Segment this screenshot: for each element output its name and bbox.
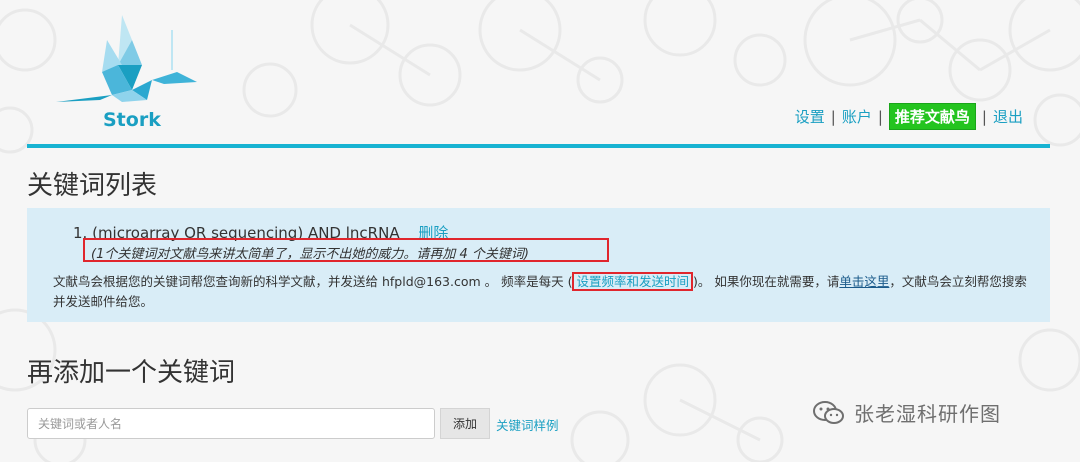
recommend-button[interactable]: 推荐文献鸟 (888, 103, 976, 130)
wechat-icon (813, 400, 844, 424)
service-description: 文献鸟会根据您的关键词帮您查询新的科学文献，并发送给 hfpld@163.com… (53, 272, 1038, 312)
watermark-text: 张老湿科研作图 (854, 402, 1001, 426)
click-here-link[interactable]: 单击这里 (839, 274, 889, 289)
top-navigation: 设置 | 账户 | 推荐文献鸟 | 退出 (795, 103, 1023, 130)
nav-separator: | (830, 107, 836, 126)
add-keyword-title: 再添加一个关键词 (27, 358, 236, 388)
settings-link[interactable]: 设置 (795, 106, 825, 127)
logout-link[interactable]: 退出 (993, 106, 1023, 127)
keyword-list-title: 关键词列表 (27, 171, 158, 201)
nav-separator: | (877, 107, 883, 126)
description-text: )。 如果你现在就需要，请 (692, 274, 840, 289)
watermark: 张老湿科研作图 (812, 398, 1001, 427)
keyword-input[interactable] (27, 408, 435, 439)
nav-separator: | (981, 107, 987, 126)
account-link[interactable]: 账户 (842, 106, 872, 127)
set-frequency-link[interactable]: 设置频率和发送时间 (572, 272, 693, 291)
header-divider (27, 144, 1050, 148)
keyword-warning-text: (1个关键词对文献鸟来讲太简单了，显示不出她的威力。请再加 4 个关键词) (91, 247, 529, 262)
description-text: 文献鸟会根据您的关键词帮您查询新的科学文献，并发送给 hfpld@163.com… (53, 274, 573, 289)
add-keyword-button[interactable]: 添加 (440, 408, 490, 439)
brand-name: Stork (103, 109, 161, 131)
keyword-examples-link[interactable]: 关键词样例 (496, 415, 559, 434)
